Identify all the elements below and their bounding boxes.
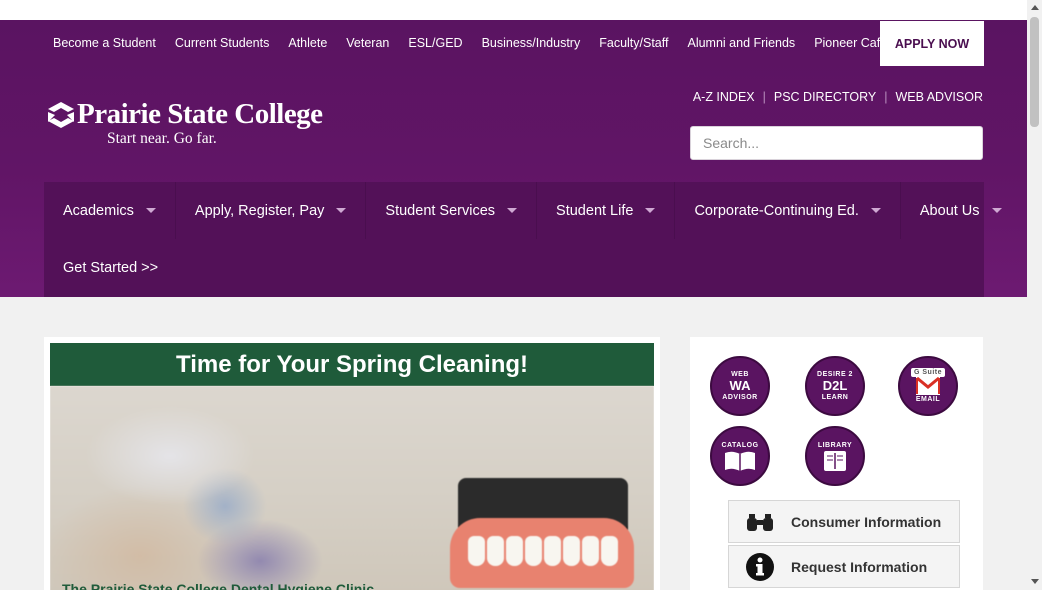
nav-item-label: Corporate-Continuing Ed. [694, 202, 859, 219]
scroll-down-arrow-icon[interactable] [1031, 579, 1039, 584]
dental-clinic-photo [50, 386, 654, 590]
library-link[interactable]: LIBRARY [805, 426, 865, 486]
separator: | [762, 90, 766, 104]
apply-now-button[interactable]: APPLY NOW [880, 21, 984, 66]
consumer-information-label: Consumer Information [791, 513, 942, 530]
nav-item-label: Academics [63, 202, 134, 219]
catalog-link[interactable]: CATALOG [710, 426, 770, 486]
audience-link-veteran[interactable]: Veteran [346, 36, 389, 50]
scroll-up-arrow-icon[interactable] [1031, 5, 1039, 10]
site-header: Become a Student Current Students Athlet… [0, 20, 1027, 297]
webadvisor-icon: WA [729, 378, 751, 393]
audience-link-business-industry[interactable]: Business/Industry [482, 36, 581, 50]
audience-link-current-students[interactable]: Current Students [175, 36, 270, 50]
scrollbar-thumb[interactable] [1030, 17, 1039, 127]
search-input[interactable] [690, 126, 983, 160]
feature-banner: Time for Your Spring Cleaning! [50, 343, 654, 386]
binoculars-icon [729, 512, 791, 532]
request-information-label: Request Information [791, 558, 928, 575]
audience-link-athlete[interactable]: Athlete [288, 36, 327, 50]
web-advisor-link[interactable]: WEB ADVISOR [895, 90, 983, 104]
logo-tagline: Start near. Go far. [107, 130, 217, 147]
library-book-icon [824, 450, 846, 471]
logo-text: Prairie State College Start near. Go far… [77, 98, 323, 148]
gsuite-email-link[interactable]: G Suite EMAIL [898, 356, 958, 416]
nav-item-corporate-continuing-ed[interactable]: Corporate-Continuing Ed. [675, 182, 901, 239]
audience-link-alumni-friends[interactable]: Alumni and Friends [687, 36, 795, 50]
logo-name: Prairie State College [77, 98, 323, 130]
nav-item-label: Student Life [556, 202, 634, 219]
caret-down-icon [507, 208, 518, 213]
audience-nav: Become a Student Current Students Athlet… [44, 20, 897, 66]
caret-down-icon [145, 208, 156, 213]
nav-item-get-started[interactable]: Get Started >> [44, 239, 177, 296]
caret-down-icon [645, 208, 656, 213]
info-circle-icon [729, 552, 791, 582]
nav-item-student-services[interactable]: Student Services [366, 182, 538, 239]
webadvisor-link[interactable]: WEB WA ADVISOR [710, 356, 770, 416]
feature-image: Time for Your Spring Cleaning! The Prair… [50, 343, 654, 590]
nav-item-label: Apply, Register, Pay [194, 202, 325, 219]
nav-item-apply-register-pay[interactable]: Apply, Register, Pay [176, 182, 367, 239]
request-information-button[interactable]: Request Information [728, 545, 960, 588]
gsuite-bottom-label: EMAIL [915, 396, 941, 403]
nav-item-about-us[interactable]: About Us [901, 182, 1021, 239]
main-nav-row-2: Get Started >> [44, 239, 984, 296]
main-nav-row: Academics Apply, Register, Pay Student S… [44, 182, 1002, 239]
a-z-index-link[interactable]: A-Z INDEX [693, 90, 755, 104]
gmail-icon [916, 377, 940, 395]
consumer-information-button[interactable]: Consumer Information [728, 500, 960, 543]
audience-link-become-student[interactable]: Become a Student [53, 36, 156, 50]
webadvisor-bottom-label: ADVISOR [722, 394, 758, 401]
utility-links: A-Z INDEX | PSC DIRECTORY | WEB ADVISOR [693, 90, 983, 104]
d2l-link[interactable]: DESIRE 2 D2L LEARN [805, 356, 865, 416]
caret-down-icon [336, 208, 347, 213]
main-nav: Academics Apply, Register, Pay Student S… [44, 182, 1002, 297]
audience-link-faculty-staff[interactable]: Faculty/Staff [599, 36, 668, 50]
book-icon [725, 451, 755, 471]
page-scrollbar[interactable] [1027, 0, 1042, 590]
top-gap [0, 0, 1027, 20]
nav-item-student-life[interactable]: Student Life [537, 182, 676, 239]
feature-card[interactable]: Time for Your Spring Cleaning! The Prair… [44, 337, 660, 590]
gsuite-label: G Suite [910, 368, 945, 377]
d2l-bottom-label: LEARN [821, 394, 849, 401]
library-label: LIBRARY [817, 441, 853, 449]
nav-item-academics[interactable]: Academics [44, 182, 176, 239]
nav-item-label: About Us [919, 202, 980, 219]
d2l-icon: D2L [822, 378, 848, 393]
denture-teeth [468, 536, 620, 566]
audience-link-pioneer-cafe[interactable]: Pioneer Café [814, 36, 887, 50]
audience-link-esl-ged[interactable]: ESL/GED [408, 36, 462, 50]
psc-directory-link[interactable]: PSC DIRECTORY [774, 90, 876, 104]
caret-down-icon [870, 208, 881, 213]
separator: | [884, 90, 888, 104]
quick-links-panel: WEB WA ADVISOR DESIRE 2 D2L LEARN G Suit… [690, 337, 983, 590]
college-logo[interactable]: Prairie State College Start near. Go far… [46, 98, 323, 148]
main-content: Time for Your Spring Cleaning! The Prair… [0, 297, 1027, 590]
logo-mark-icon [48, 102, 74, 128]
feature-caption: The Prairie State College Dental Hygiene… [62, 581, 374, 590]
nav-item-label: Get Started >> [63, 259, 159, 276]
catalog-label: CATALOG [721, 441, 759, 449]
caret-down-icon [991, 208, 1002, 213]
nav-item-label: Student Services [385, 202, 496, 219]
